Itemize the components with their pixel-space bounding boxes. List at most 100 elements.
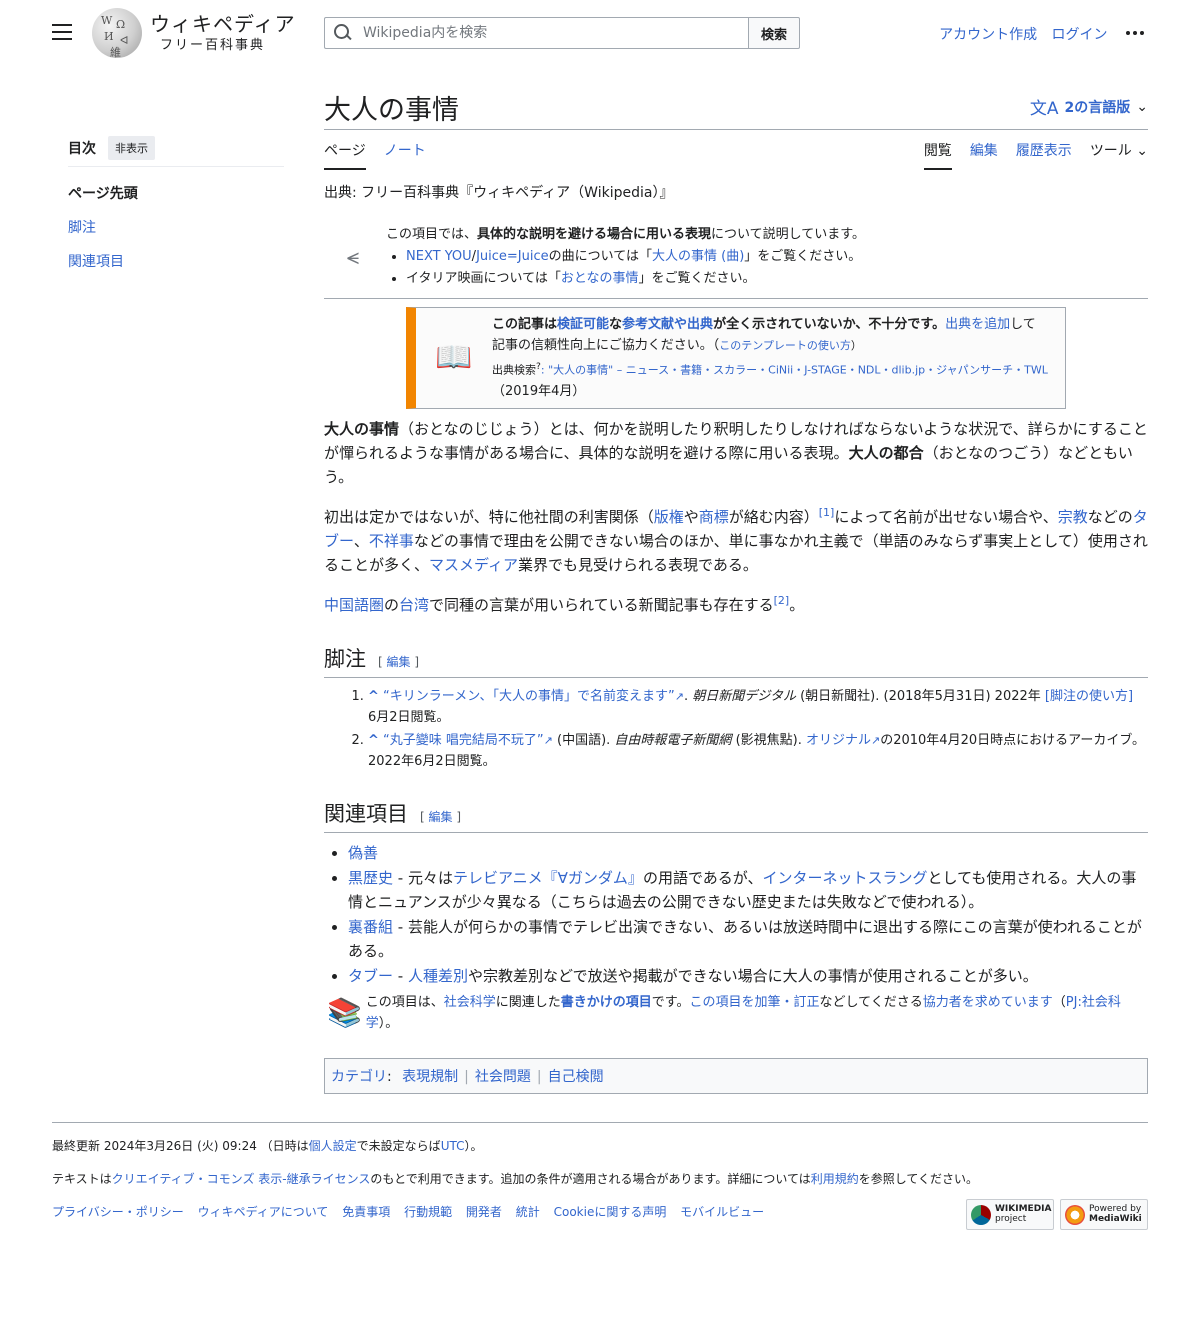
list-item: 裏番組 - 芸能人が何らかの事情でテレビ出演できない、あるいは放送時間中に退出す… [348, 915, 1148, 963]
text: 業界でも見受けられる表現である。 [517, 555, 758, 574]
link[interactable]: このテンプレートの使い方 [719, 339, 851, 352]
link[interactable]: 参考文献や出典 [622, 317, 713, 332]
see-also-list: 偽善 黒歴史 - 元々はテレビアニメ『∀ガンダム』の用語であるが、インターネット… [324, 841, 1148, 988]
edit-section-link[interactable]: 編集 [429, 810, 453, 824]
category-link[interactable]: 自己検閲 [548, 1069, 604, 1085]
page-title: 大人の事情 [324, 95, 459, 126]
link[interactable]: タブー [348, 967, 393, 985]
text: のもとで利用できます。追加の条件が適用される場合があります。詳細については [370, 1172, 811, 1186]
search-box[interactable] [324, 17, 748, 49]
category-link[interactable]: 社会問題 [475, 1069, 531, 1085]
footer-link[interactable]: プライバシー・ポリシー [52, 1205, 184, 1219]
citation-link[interactable]: [1] [819, 506, 835, 519]
reference-link[interactable]: “キリンラーメン、「大人の事情」で名前変えます” [383, 689, 675, 704]
backlink[interactable]: ^ [368, 733, 379, 748]
link[interactable]: 裏番組 [348, 918, 393, 936]
link[interactable]: 版権 [654, 508, 684, 526]
link[interactable]: この項目を加筆・訂正 [689, 995, 819, 1010]
toc-hide-button[interactable]: 非表示 [108, 136, 155, 160]
search-button[interactable]: 検索 [748, 17, 800, 49]
category-link[interactable]: 表現規制 [402, 1069, 458, 1085]
link[interactable]: おとなの事情 [561, 271, 639, 286]
link[interactable]: 商標 [699, 508, 729, 526]
mediawiki-badge[interactable]: Powered by MediaWiki [1060, 1199, 1148, 1230]
tab-page[interactable]: ページ [324, 140, 366, 170]
link[interactable]: クリエイティブ・コモンズ 表示-継承ライセンス [112, 1172, 371, 1186]
text: 、 [353, 531, 369, 550]
footer-link[interactable]: 行動規範 [404, 1205, 452, 1219]
text: 初出は定かではないが、特に他社間の利害関係（ [324, 507, 654, 526]
categories-link[interactable]: カテゴリ [331, 1069, 387, 1085]
text: などの [1087, 507, 1133, 526]
link[interactable]: 人種差別 [408, 967, 468, 985]
link[interactable]: 宗教 [1058, 508, 1088, 526]
link[interactable]: 台湾 [399, 596, 429, 614]
backlink[interactable]: ^ [368, 689, 379, 704]
link[interactable]: 中国語圏 [324, 596, 384, 614]
footer-link[interactable]: 開発者 [466, 1205, 502, 1219]
text: 朝日新聞デジタル [692, 688, 796, 704]
link[interactable]: マスメディア [429, 556, 518, 574]
link[interactable]: 個人設定 [309, 1139, 357, 1153]
source-search-links[interactable]: : "大人の事情" – ニュース・書籍・スカラー・CiNii・J-STAGE・N… [541, 364, 1048, 377]
link[interactable]: 黒歴史 [348, 869, 393, 887]
edit-section-link[interactable]: 編集 [387, 655, 411, 669]
language-button[interactable]: 文A 2の言語版 ⌄ [1030, 94, 1148, 120]
link[interactable]: 検証可能 [557, 317, 609, 332]
link[interactable]: インターネットスラング [763, 869, 928, 887]
tab-talk[interactable]: ノート [384, 140, 426, 170]
reference-item: ^ “キリンラーメン、「大人の事情」で名前変えます”↗. 朝日新聞デジタル (朝… [368, 686, 1148, 728]
more-options-icon[interactable] [1126, 31, 1144, 35]
toc-title: 目次 [68, 141, 96, 157]
link[interactable]: 社会科学 [444, 995, 496, 1010]
site-sub: 出典: フリー百科事典『ウィキペディア（Wikipedia）』 [324, 185, 674, 201]
book-icon: 📖 [435, 340, 473, 376]
footer-link[interactable]: モバイルビュー [680, 1205, 764, 1219]
last-modified: 最終更新 2024年3月26日 (火) 09:24 （日時は個人設定で未設定なら… [52, 1137, 1148, 1154]
link[interactable]: 利用規約 [811, 1172, 859, 1186]
wikimedia-badge[interactable]: WIKIMEDIA project [966, 1199, 1054, 1230]
link[interactable]: NEXT YOU [406, 249, 472, 264]
text: 。 [789, 595, 805, 614]
text: Powered by [1089, 1203, 1142, 1214]
link[interactable]: 協力者を求めています [923, 995, 1053, 1010]
text: の用語であるが、 [642, 868, 763, 887]
link[interactable]: テレビアニメ『∀ガンダム』 [453, 869, 643, 887]
text: が全く示されていないか、不十分です。 [713, 317, 946, 332]
text: 自由時報電子新聞網 [614, 732, 732, 748]
link[interactable]: 偽善 [348, 844, 378, 862]
link[interactable]: Juice=Juice [476, 249, 549, 264]
link[interactable]: UTC [441, 1139, 465, 1153]
external-link-icon: ↗ [543, 733, 553, 747]
link[interactable]: 不祥事 [369, 532, 414, 550]
text: : [387, 1068, 392, 1085]
footer-link[interactable]: ウィキペディアについて [198, 1205, 329, 1219]
main-menu-icon[interactable] [52, 24, 72, 42]
toc-item-notes[interactable]: 脚注 [68, 217, 284, 237]
footer-link[interactable]: 統計 [516, 1205, 540, 1219]
footer-link[interactable]: 免責事項 [342, 1205, 390, 1219]
site-logo[interactable]: W Ω И ᐊ 維 ウィキペディア フリー百科事典 [92, 8, 296, 58]
link[interactable]: 大人の事情 (曲) [652, 249, 744, 264]
search-input[interactable] [361, 24, 721, 42]
tab-tools[interactable]: ツール ⌄ [1090, 140, 1148, 170]
toc-item-see-also[interactable]: 関連項目 [68, 251, 284, 271]
reference-link[interactable]: “丸子變味 唱完結局不玩了” [383, 733, 544, 748]
link[interactable]: 書きかけの項目 [561, 995, 652, 1010]
tagline: フリー百科事典 [160, 38, 266, 53]
tab-read[interactable]: 閲覧 [923, 140, 952, 170]
footer-link[interactable]: Cookieに関する声明 [554, 1205, 667, 1219]
tools-label: ツール [1089, 143, 1132, 159]
toc-item-top[interactable]: ページ先頭 [68, 183, 284, 203]
tab-edit[interactable]: 編集 [970, 140, 998, 170]
create-account-link[interactable]: アカウント作成 [939, 27, 1037, 43]
link[interactable]: [脚注の使い方] [1045, 689, 1133, 704]
chevron-down-icon: ⌄ [1136, 143, 1148, 159]
text: この項目では、 [386, 227, 478, 242]
link[interactable]: オリジナル [806, 733, 871, 748]
text: が絡む内容） [728, 507, 819, 526]
link[interactable]: 出典を追加 [945, 317, 1010, 332]
login-link[interactable]: ログイン [1052, 27, 1108, 43]
citation-link[interactable]: [2] [774, 594, 790, 607]
tab-history[interactable]: 履歴表示 [1016, 140, 1072, 170]
